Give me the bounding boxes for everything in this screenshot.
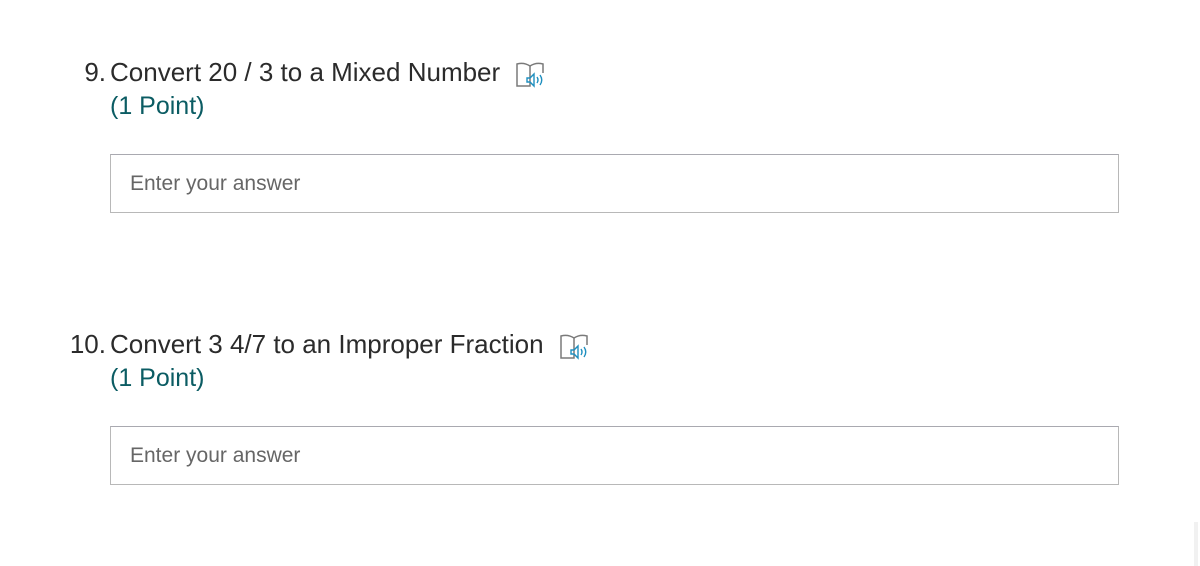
- immersive-reader-icon[interactable]: [514, 59, 548, 89]
- answer-field[interactable]: [110, 154, 1119, 213]
- question-title: Convert 20 / 3 to a Mixed Number: [110, 55, 548, 89]
- scrollbar[interactable]: [1194, 522, 1198, 566]
- question-points: (1 Point): [110, 92, 205, 120]
- answer-field[interactable]: [110, 426, 1119, 485]
- question-title: Convert 3 4/7 to an Improper Fraction: [110, 327, 592, 361]
- question-number: 9.: [84, 57, 106, 87]
- question-text: Convert 3 4/7 to an Improper Fraction: [110, 329, 544, 359]
- immersive-reader-icon[interactable]: [558, 331, 592, 361]
- question-points: (1 Point): [110, 364, 205, 392]
- question-text: Convert 20 / 3 to a Mixed Number: [110, 57, 501, 87]
- question-title-row: 10. Convert 3 4/7 to an Improper Fractio…: [0, 327, 1200, 361]
- question-title-row: 9. Convert 20 / 3 to a Mixed Number: [0, 55, 1200, 89]
- answer-input[interactable]: [111, 155, 1118, 212]
- question-number: 10.: [69, 329, 106, 359]
- answer-input[interactable]: [111, 427, 1118, 484]
